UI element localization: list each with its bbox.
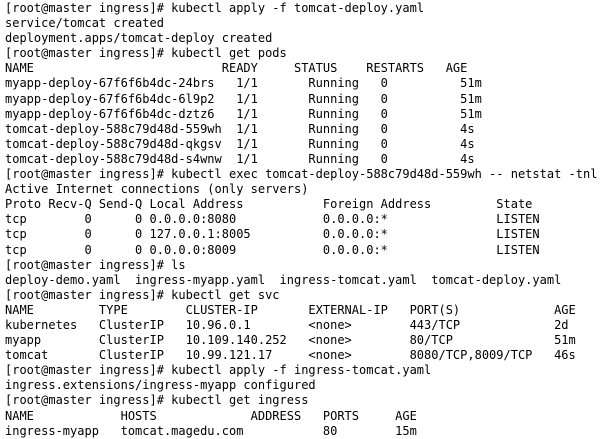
terminal-line-8: myapp-deploy-67f6f6b4dc-dztz6 1/1 Runnin… bbox=[5, 106, 482, 121]
terminal-line-28: NAME HOSTS ADDRESS PORTS AGE bbox=[5, 408, 417, 423]
terminal-line-4: [root@master ingress]# kubectl get pods bbox=[5, 46, 287, 61]
terminal-line-24: tomcat ClusterIP 10.99.121.17 <none> 808… bbox=[5, 348, 576, 363]
terminal-window[interactable]: [root@master ingress]# kubectl apply -f … bbox=[0, 0, 613, 439]
terminal-line-2: service/tomcat created bbox=[5, 16, 164, 31]
terminal-line-9: tomcat-deploy-588c79d48d-559wh 1/1 Runni… bbox=[5, 121, 475, 136]
terminal-line-18: [root@master ingress]# ls bbox=[5, 257, 186, 272]
terminal-line-20: [root@master ingress]# kubectl get svc bbox=[5, 287, 280, 302]
terminal-line-10: tomcat-deploy-588c79d48d-qkgsv 1/1 Runni… bbox=[5, 136, 475, 151]
terminal-line-29-text: ingress-myapp tomcat.magedu.com 80 15m bbox=[5, 423, 417, 438]
terminal-line-7: myapp-deploy-67f6f6b4dc-6l9p2 1/1 Runnin… bbox=[5, 91, 482, 106]
terminal-line-17: tcp 0 0 0.0.0.0:8009 0.0.0.0:* LISTEN bbox=[5, 242, 540, 257]
terminal-line-15: tcp 0 0 0.0.0.0:8080 0.0.0.0:* LISTEN bbox=[5, 212, 540, 227]
terminal-line-29: ingress-myapp tomcat.magedu.com 80 15m bbox=[5, 424, 613, 439]
terminal-line-5: NAME READY STATUS RESTARTS AGE bbox=[5, 61, 468, 76]
terminal-line-11: tomcat-deploy-588c79d48d-s4wnw 1/1 Runni… bbox=[5, 151, 475, 166]
terminal-line-19: deploy-demo.yaml ingress-myapp.yaml ingr… bbox=[5, 272, 562, 287]
terminal-line-3: deployment.apps/tomcat-deploy created bbox=[5, 31, 273, 46]
terminal-line-12: [root@master ingress]# kubectl exec tomc… bbox=[5, 167, 598, 182]
terminal-line-23: myapp ClusterIP 10.109.140.252 <none> 80… bbox=[5, 333, 576, 348]
terminal-line-22: kubernetes ClusterIP 10.96.0.1 <none> 44… bbox=[5, 317, 569, 332]
terminal-line-27: [root@master ingress]# kubectl get ingre… bbox=[5, 393, 309, 408]
terminal-line-21: NAME TYPE CLUSTER-IP EXTERNAL-IP PORT(S)… bbox=[5, 302, 576, 317]
terminal-line-1: [root@master ingress]# kubectl apply -f … bbox=[5, 1, 425, 15]
terminal-line-14: Proto Recv-Q Send-Q Local Address Foreig… bbox=[5, 197, 533, 212]
terminal-line-16: tcp 0 0 127.0.0.1:8005 0.0.0.0:* LISTEN bbox=[5, 227, 540, 242]
terminal-line-26: ingress.extensions/ingress-myapp configu… bbox=[5, 378, 316, 393]
terminal-line-13: Active Internet connections (only server… bbox=[5, 182, 309, 197]
terminal-line-25: [root@master ingress]# kubectl apply -f … bbox=[5, 363, 432, 378]
terminal-line-6: myapp-deploy-67f6f6b4dc-24brs 1/1 Runnin… bbox=[5, 76, 482, 91]
